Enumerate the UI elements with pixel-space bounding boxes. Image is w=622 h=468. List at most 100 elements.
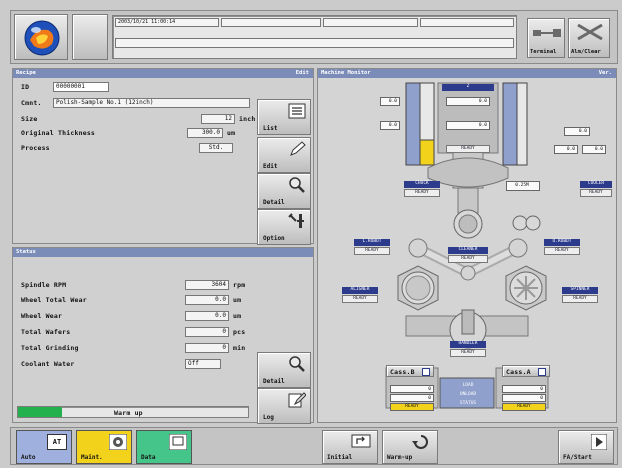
status-row-label: Spindle RPM	[21, 281, 67, 289]
cassette-b-value-2: 0	[390, 394, 434, 402]
status-row-label: Wheel Total Wear	[21, 296, 87, 304]
u-robot-tag: U.ROBOT	[544, 239, 580, 246]
status-title: Status	[16, 249, 36, 255]
edit-label: Edit	[263, 163, 278, 170]
recipe-process-field[interactable]: Std.	[199, 143, 233, 153]
logo-button[interactable]	[14, 14, 68, 60]
cassette-b-button[interactable]: Cass.B	[386, 365, 434, 377]
cleaner-tag: CLEANER	[448, 247, 488, 254]
terminal-icon	[533, 29, 561, 37]
log-button[interactable]: Log	[257, 388, 311, 424]
warmup-progress-bar: Warm up	[17, 406, 249, 418]
auto-tab[interactable]: AT Auto	[16, 430, 72, 464]
status-row-unit: min	[233, 344, 246, 352]
cassette-a-value-1: 0	[502, 385, 546, 393]
alarm-clear-button[interactable]: Alm/Clear	[568, 18, 610, 58]
aligner-tag: ALIGNER	[342, 287, 378, 294]
cassette-a-status: READY	[502, 403, 546, 411]
message-area: 2003/10/21 11:00:14	[112, 15, 517, 59]
cassette-a-indicator-icon	[538, 368, 546, 376]
log-pencil-icon	[288, 392, 306, 408]
recipe-comment-label: Cmnt.	[21, 99, 42, 107]
recipe-thickness-label: Original Thickness	[21, 129, 96, 137]
chuck-ready: READY	[404, 189, 440, 197]
message-field-3	[420, 18, 514, 27]
status-row-label: Total Grinding	[21, 344, 79, 352]
warmup-progress-fill	[18, 407, 62, 417]
message-field-1	[221, 18, 321, 27]
cassette-legend: LOAD UNLOAD STATUS	[442, 381, 494, 411]
handler-tag: HANDLER	[450, 341, 486, 348]
status-row-value: 0.0	[185, 295, 229, 305]
list-label: List	[263, 125, 278, 132]
magnifier-icon	[289, 356, 305, 372]
status-row-unit: um	[233, 312, 242, 320]
l-robot-tag: L.ROBOT	[354, 239, 390, 246]
data-label: Data	[141, 454, 156, 461]
initial-label: Initial	[327, 454, 353, 461]
fa-start-label: FA/Start	[563, 454, 592, 461]
z-axis-value-1: 0.0	[446, 97, 490, 106]
recipe-detail-button[interactable]: Detail	[257, 173, 311, 209]
legend-status: STATUS	[459, 401, 477, 406]
terminal-label: Terminal	[530, 49, 557, 55]
recipe-thickness-field[interactable]: 300.0	[187, 128, 223, 138]
legend-load: LOAD	[462, 383, 474, 388]
initial-icon	[351, 434, 371, 448]
status-row-unit: um	[233, 296, 242, 304]
document-icon	[169, 434, 187, 450]
globe-logo-icon	[24, 20, 60, 56]
app-window: 2003/10/21 11:00:14 Terminal Alm/Clear R…	[0, 0, 622, 468]
right-value-1: 0.0	[564, 127, 590, 136]
recipe-list-button[interactable]: List	[257, 99, 311, 135]
recipe-size-field[interactable]: 12	[201, 114, 235, 124]
warmup-button[interactable]: Warm-up	[382, 430, 438, 464]
recipe-process-label: Process	[21, 144, 50, 152]
cassette-b-indicator-icon	[422, 368, 430, 376]
alarm-clear-label: Alm/Clear	[571, 49, 601, 55]
handler-ready: READY	[450, 349, 486, 357]
auto-label: Auto	[21, 454, 36, 461]
monitor-title-bar: Machine Monitor Ver.	[318, 69, 616, 78]
cooler-ready: READY	[580, 189, 612, 197]
recipe-title-bar: Recipe Edit	[13, 69, 313, 78]
spinner-ready: READY	[562, 295, 598, 303]
cassette-b-status: READY	[390, 403, 434, 411]
fa-start-button[interactable]: FA/Start	[558, 430, 614, 464]
pencil-icon	[290, 141, 306, 156]
status-title-bar: Status	[13, 248, 313, 257]
monitor-version: Ver.	[598, 70, 612, 76]
status-detail-button[interactable]: Detail	[257, 352, 311, 388]
status-detail-label: Detail	[263, 378, 285, 385]
warmup-progress-label: Warm up	[114, 409, 143, 417]
terminal-button[interactable]: Terminal	[527, 18, 565, 58]
l-robot-ready: READY	[354, 247, 390, 255]
gauge-left-value-1: 0.0	[380, 97, 400, 106]
cooler-tag: COOLER	[580, 181, 612, 188]
option-label: Option	[263, 235, 285, 242]
recipe-id-field[interactable]: 00000001	[53, 82, 109, 92]
recipe-comment-field[interactable]: Polish-Sample No.1 (12inch)	[53, 98, 250, 108]
cassette-a-value-2: 0	[502, 394, 546, 402]
auto-icon: AT	[47, 434, 67, 450]
spinner-tag: SPINNER	[562, 287, 598, 294]
recipe-size-label: Size	[21, 115, 38, 123]
cassette-b-label: Cass.B	[390, 368, 415, 376]
cassette-b-value-1: 0	[390, 385, 434, 393]
u-robot-ready: READY	[544, 247, 580, 255]
maint-tab[interactable]: Maint.	[76, 430, 132, 464]
status-row-value: Off	[185, 359, 221, 369]
status-row-value: 0	[185, 327, 229, 337]
blank-header-button[interactable]	[72, 14, 108, 60]
cassette-a-button[interactable]: Cass.A	[502, 365, 550, 377]
recipe-edit-button[interactable]: Edit	[257, 137, 311, 173]
recipe-option-button[interactable]: Option	[257, 209, 311, 245]
warmup-label: Warm-up	[387, 454, 413, 461]
right-value-3: 0.0	[582, 145, 606, 154]
maint-label: Maint.	[81, 454, 103, 461]
status-row-label: Coolant Water	[21, 360, 75, 368]
initial-button[interactable]: Initial	[322, 430, 378, 464]
chuck-tag: CHUCK	[404, 181, 440, 188]
monitor-title: Machine Monitor	[321, 70, 371, 76]
data-tab[interactable]: Data	[136, 430, 192, 464]
